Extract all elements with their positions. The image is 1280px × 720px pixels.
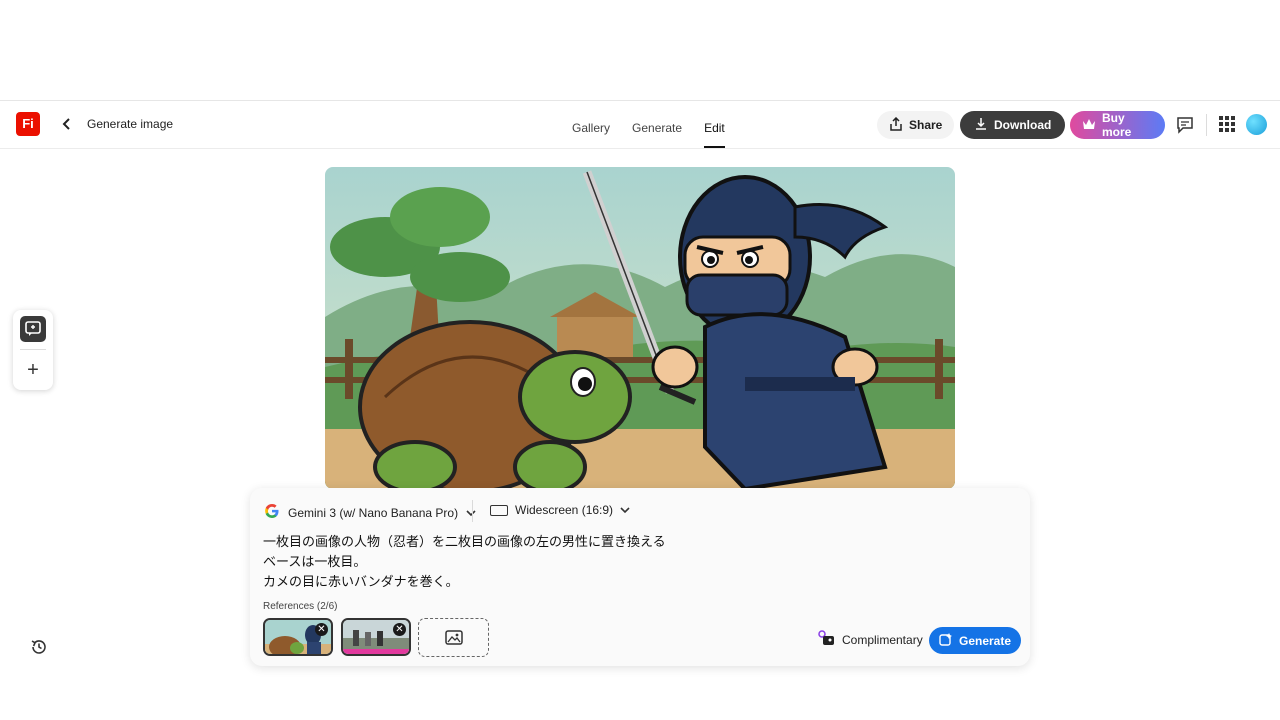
share-label: Share xyxy=(909,118,943,132)
download-button[interactable]: Download xyxy=(960,111,1066,139)
prompt-input[interactable]: 一枚目の画像の人物（忍者）を二枚目の画像の左の男性に置き換える ベースは一枚目。… xyxy=(263,532,1003,592)
reference-thumbnail-2[interactable]: ✕ xyxy=(341,618,411,656)
tab-generate[interactable]: Generate xyxy=(626,101,688,150)
buy-more-label: Buy more xyxy=(1102,111,1132,139)
top-bar: Fi Generate image Gallery Generate Edit … xyxy=(0,100,1280,149)
prompt-panel: Gemini 3 (w/ Nano Banana Pro) Widescreen… xyxy=(250,488,1030,666)
page-title: Generate image xyxy=(87,117,174,131)
aspect-ratio-icon xyxy=(490,504,508,516)
add-reference-button[interactable] xyxy=(418,618,489,657)
model-label: Gemini 3 (w/ Nano Banana Pro) xyxy=(288,505,459,520)
chat-edit-icon[interactable] xyxy=(20,316,46,342)
history-icon[interactable] xyxy=(29,637,49,657)
chevron-down-icon xyxy=(620,503,630,517)
panel-divider xyxy=(472,500,473,522)
credits-icon xyxy=(818,630,836,649)
generate-label: Generate xyxy=(958,633,1012,648)
tab-gallery[interactable]: Gallery xyxy=(566,101,616,150)
reference-thumbnail-1[interactable]: ✕ xyxy=(263,618,333,656)
google-icon xyxy=(264,503,280,522)
generated-image[interactable] xyxy=(325,167,955,489)
toolbar-divider xyxy=(1206,114,1207,136)
tab-edit[interactable]: Edit xyxy=(698,101,731,150)
crown-icon xyxy=(1082,118,1096,133)
mode-tabs: Gallery Generate Edit xyxy=(566,101,741,150)
comment-icon[interactable] xyxy=(1175,115,1195,135)
model-selector[interactable]: Gemini 3 (w/ Nano Banana Pro) xyxy=(264,503,476,522)
download-icon xyxy=(974,117,988,134)
firefly-logo[interactable]: Fi xyxy=(16,112,40,136)
back-icon[interactable] xyxy=(58,113,76,135)
references-label: References (2/6) xyxy=(263,601,338,612)
apps-grid-icon[interactable] xyxy=(1218,115,1238,135)
generate-button[interactable]: Generate xyxy=(929,627,1021,654)
plus-icon[interactable]: + xyxy=(20,357,46,383)
share-icon xyxy=(889,116,903,134)
side-toolbar: + xyxy=(13,310,53,390)
complimentary-credits: Complimentary xyxy=(818,630,923,649)
close-icon[interactable]: ✕ xyxy=(393,623,406,636)
aspect-ratio-label: Widescreen (16:9) xyxy=(515,503,614,517)
complimentary-label: Complimentary xyxy=(842,632,923,647)
buy-more-button[interactable]: Buy more xyxy=(1070,111,1165,139)
image-add-icon xyxy=(445,630,463,650)
download-label: Download xyxy=(994,118,1052,132)
aspect-ratio-selector[interactable]: Widescreen (16:9) xyxy=(490,503,630,517)
generate-icon xyxy=(939,632,953,649)
avatar[interactable] xyxy=(1246,114,1267,135)
share-button[interactable]: Share xyxy=(877,111,955,139)
tool-divider xyxy=(20,349,46,350)
close-icon[interactable]: ✕ xyxy=(315,623,328,636)
